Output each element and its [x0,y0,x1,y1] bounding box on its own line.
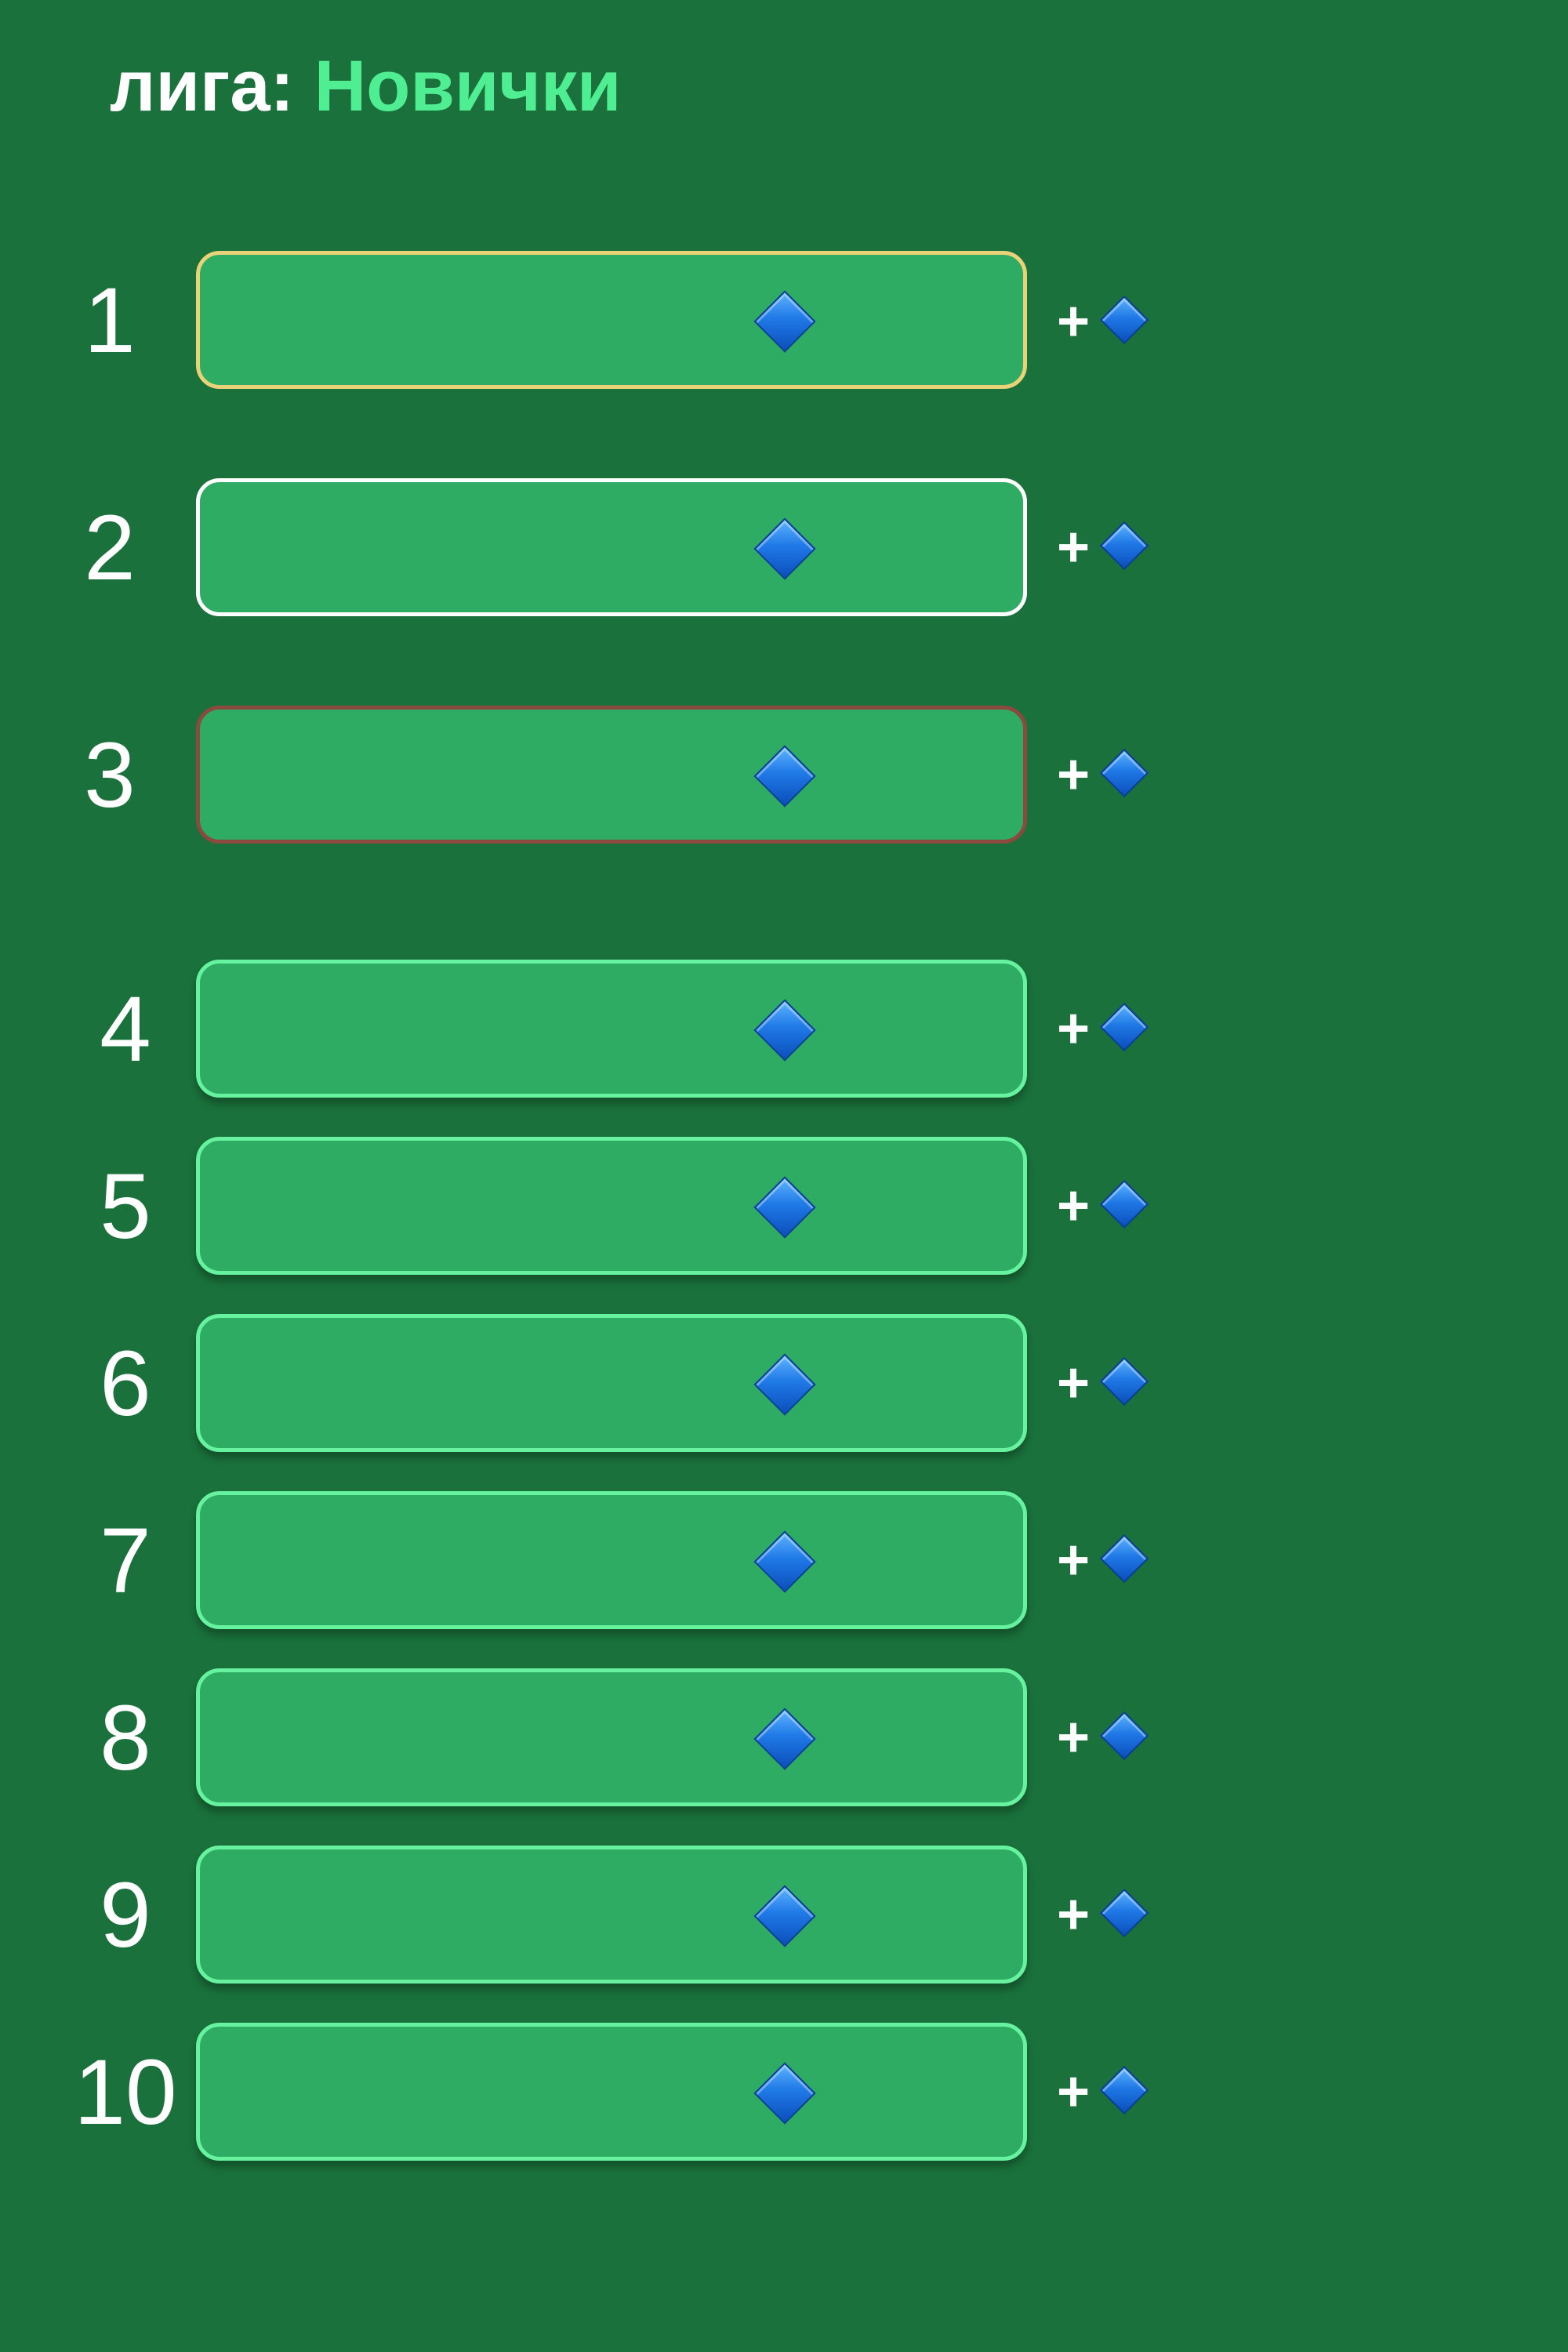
diamond-icon [753,1176,816,1239]
diamond-icon [1099,1179,1149,1229]
rank-number: 7 [100,1509,151,1613]
diamond-icon [1099,295,1149,345]
diamond-icon [753,2062,816,2125]
rank-number: 10 [74,2041,177,2144]
rank-number: 8 [100,1686,151,1790]
diamond-icon [1099,748,1149,798]
rank-number: 4 [100,978,151,1081]
leaderboard-row[interactable] [196,1846,1027,1984]
diamond-icon [1099,521,1149,571]
diamond-icon [753,290,816,353]
reward-plus: + [1057,516,1091,579]
diamond-icon [1099,2065,1149,2115]
reward-plus: + [1057,1352,1091,1414]
leaderboard-row[interactable] [196,1668,1027,1806]
rank-number: 1 [84,269,136,372]
leaderboard-row[interactable] [196,251,1027,389]
rank-number: 3 [84,724,136,827]
leaderboard-row[interactable] [196,1314,1027,1452]
reward-plus: + [1057,743,1091,806]
reward-plus: + [1057,2060,1091,2123]
leaderboard-row[interactable] [196,706,1027,844]
reward-plus: + [1057,1883,1091,1946]
leaderboard-row[interactable] [196,1137,1027,1275]
diamond-icon [753,1353,816,1416]
leaderboard-row[interactable] [196,1491,1027,1629]
rank-number: 5 [100,1155,151,1258]
league-name: Новички [314,46,622,126]
diamond-icon [1099,1356,1149,1406]
diamond-icon [753,1885,816,1947]
reward-plus: + [1057,1529,1091,1592]
league-title: лига: Новички [110,50,621,122]
diamond-icon [753,999,816,1062]
diamond-icon [1099,1711,1149,1761]
league-label: лига: [110,46,295,126]
leaderboard-row[interactable] [196,960,1027,1098]
leaderboard-row[interactable] [196,478,1027,616]
diamond-icon [753,745,816,808]
diamond-icon [1099,1534,1149,1584]
diamond-icon [753,517,816,580]
reward-plus: + [1057,1174,1091,1237]
reward-plus: + [1057,290,1091,353]
leaderboard-row[interactable] [196,2023,1027,2161]
diamond-icon [1099,1888,1149,1938]
reward-plus: + [1057,997,1091,1060]
rank-number: 9 [100,1864,151,1967]
diamond-icon [1099,1002,1149,1052]
reward-plus: + [1057,1706,1091,1769]
diamond-icon [753,1530,816,1593]
diamond-icon [753,1708,816,1770]
rank-number: 6 [100,1332,151,1436]
rank-number: 2 [84,496,136,600]
